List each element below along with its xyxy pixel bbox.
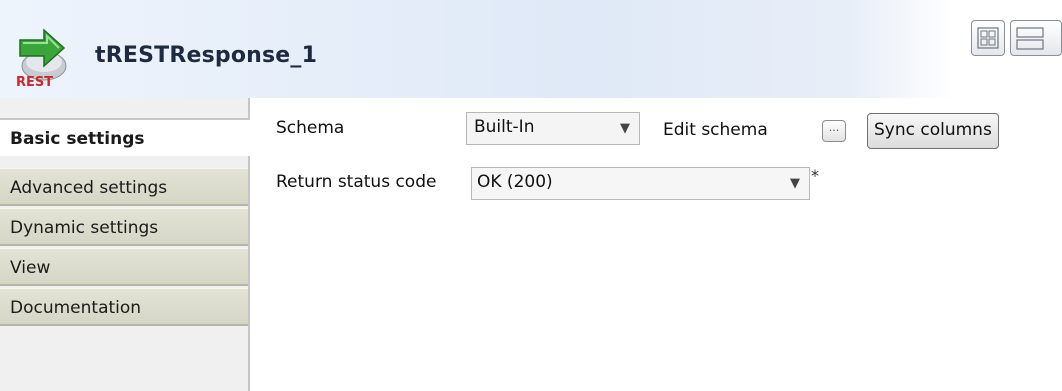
rest-badge: REST: [16, 75, 53, 90]
schema-select[interactable]: Built-In ▼: [466, 112, 640, 145]
settings-sidebar: Basic settings Advanced settings Dynamic…: [0, 98, 250, 391]
grid-view-icon: [977, 27, 999, 49]
component-title: tRESTResponse_1: [95, 43, 318, 68]
chevron-down-icon: ▼: [620, 121, 630, 136]
tab-advanced-settings[interactable]: Advanced settings: [0, 168, 248, 206]
rest-component-icon: REST: [16, 28, 67, 90]
return-status-select[interactable]: OK (200) ▼: [471, 167, 810, 200]
list-view-button[interactable]: [1010, 20, 1062, 56]
tab-basic-settings[interactable]: Basic settings: [0, 118, 250, 156]
tab-dynamic-settings[interactable]: Dynamic settings: [0, 208, 248, 246]
schema-select-value: Built-In: [474, 117, 535, 137]
return-status-label: Return status code: [276, 172, 437, 192]
list-view-icon: [1016, 27, 1044, 50]
return-status-value: OK (200): [477, 172, 553, 192]
schema-label: Schema: [276, 118, 345, 138]
required-marker: *: [811, 166, 819, 185]
tab-view[interactable]: View: [0, 248, 248, 286]
edit-schema-label: Edit schema: [663, 120, 768, 140]
chevron-down-icon: ▼: [790, 176, 800, 191]
edit-schema-button[interactable]: ...: [822, 120, 846, 142]
grid-view-button[interactable]: [971, 20, 1005, 56]
component-header: REST tRESTResponse_1: [0, 0, 1062, 98]
sync-columns-button[interactable]: Sync columns: [867, 113, 999, 149]
tab-documentation[interactable]: Documentation: [0, 288, 248, 326]
